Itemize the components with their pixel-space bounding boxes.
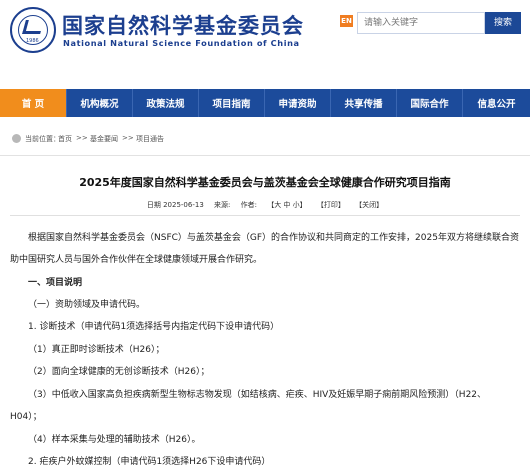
list-item: （3）中低收入国家高负担疾病新型生物标志物发现（如结核病、疟疾、HIV及妊娠早期…	[28, 390, 487, 400]
site-header: 1986 国家自然科学基金委员会 National Natural Scienc…	[0, 0, 530, 66]
breadcrumb-prefix: 当前位置：	[25, 135, 60, 143]
breadcrumb-news[interactable]: 基金要闻	[90, 134, 118, 144]
article-meta: 日期 2025-06-13 来源: 作者: 【大 中 小】 【打印】 【关闭】	[0, 200, 530, 210]
search-button[interactable]: 搜索	[485, 12, 521, 34]
source-label: 来源:	[214, 201, 231, 209]
breadcrumb-separator: >>	[122, 134, 134, 142]
date-label: 日期 2025-06-13	[146, 201, 204, 209]
site-subtitle: National Natural Science Foundation of C…	[63, 38, 300, 48]
nav-item-about[interactable]: 机构概况	[67, 89, 133, 117]
author-label: 作者:	[240, 201, 257, 209]
breadcrumb-home[interactable]: 首页	[58, 134, 72, 144]
english-language-button[interactable]: EN	[340, 15, 353, 27]
print-link[interactable]: 【打印】	[317, 201, 345, 209]
list-item: （2）面向全球健康的无创诊断技术（H26）；	[28, 367, 210, 377]
site-title[interactable]: 国家自然科学基金委员会	[62, 10, 304, 40]
list-item-continuation: H04）；	[10, 412, 42, 422]
article-title: 2025年度国家自然科学基金委员会与盖茨基金会全球健康合作研究项目指南	[79, 176, 451, 189]
logo-mark	[22, 20, 44, 34]
main-nav: 首 页 机构概况 政策法规 项目指南 申请资助 共享传播 国际合作 信息公开	[0, 89, 530, 117]
list-item: 2. 疟疾户外蚊媒控制（申请代码1须选择H26下设申请代码）	[28, 457, 271, 467]
nav-item-disclosure[interactable]: 信息公开	[463, 89, 530, 117]
section-heading: 一、项目说明	[28, 278, 83, 288]
list-item: （4）样本采集与处理的辅助技术（H26）。	[28, 435, 201, 445]
nav-item-international[interactable]: 国际合作	[397, 89, 463, 117]
close-link[interactable]: 【关闭】	[355, 201, 383, 209]
logo-year: 1986	[26, 38, 39, 44]
article-date: 2025-06-13	[163, 201, 204, 209]
breadcrumb-separator: >>	[76, 134, 88, 142]
nsfc-logo[interactable]: 1986	[10, 7, 56, 53]
nav-item-sharing[interactable]: 共享传播	[331, 89, 397, 117]
subsection-heading: （一）资助领域及申请代码。	[28, 300, 146, 310]
nav-item-home[interactable]: 首 页	[0, 89, 67, 117]
font-size-control[interactable]: 【大 中 小】	[267, 201, 306, 209]
nav-item-policies[interactable]: 政策法规	[133, 89, 199, 117]
intro-paragraph-line1: 根据国家自然科学基金委员会（NSFC）与盖茨基金会（GF）的合作协议和共同商定的…	[28, 233, 519, 243]
nav-item-guides[interactable]: 项目指南	[199, 89, 265, 117]
list-item: 1. 诊断技术（申请代码1须选择括号内指定代码下设申请代码）	[28, 322, 280, 332]
intro-paragraph-line2: 助中国研究人员与国外合作伙伴在全球健康领域开展合作研究。	[10, 255, 263, 265]
location-icon	[12, 134, 21, 143]
list-item: （1）真正即时诊断技术（H26）；	[28, 345, 165, 355]
breadcrumb-notices[interactable]: 项目通告	[136, 134, 164, 144]
meta-divider	[10, 215, 520, 216]
nav-item-apply[interactable]: 申请资助	[265, 89, 331, 117]
search-input[interactable]	[357, 12, 485, 34]
